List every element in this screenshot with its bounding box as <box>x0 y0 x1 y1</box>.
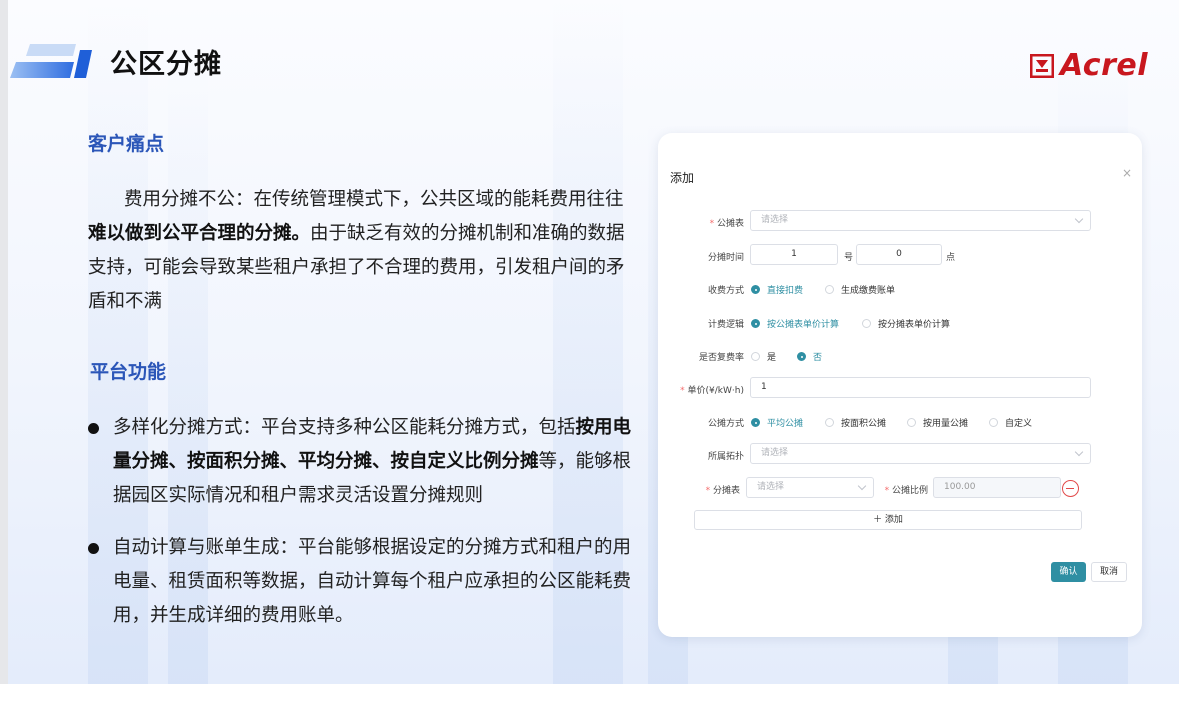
meter-label: * 公摊表 <box>678 216 744 229</box>
price-label: * 单价(¥/kW·h) <box>668 383 744 396</box>
pain-text-1: 费用分摊不公：在传统管理模式下，公共区域的能耗费用往往 <box>124 189 624 210</box>
remove-row-icon[interactable] <box>1062 480 1079 497</box>
radio-label: 自定义 <box>1005 419 1033 429</box>
radio-multi-rate-yes[interactable]: 是 <box>751 350 776 363</box>
price-label-text: 单价(¥/kW·h) <box>687 386 744 396</box>
share-meter-label: * 分摊表 <box>678 483 740 496</box>
radio-icon <box>751 352 760 361</box>
radio-icon <box>751 285 760 294</box>
feature-item: 多样化分摊方式：平台支持多种公区能耗分摊方式，包括按用电量分摊、按面积分摊、平均… <box>88 411 640 513</box>
radio-icon <box>825 285 834 294</box>
radio-method-usage[interactable]: 按用量公摊 <box>907 416 968 429</box>
radio-label: 按分摊表单价计算 <box>878 320 951 330</box>
logic-label: 计费逻辑 <box>707 320 744 330</box>
radio-by-public-meter[interactable]: 按公摊表单价计算 <box>751 317 839 330</box>
features-heading-text: 平台功能 <box>90 361 167 383</box>
feature-2-text: 自动计算与账单生成：平台能够根据设定的分摊方式和租户的用电量、租赁面积等数据，自… <box>113 537 632 626</box>
radio-label: 直接扣费 <box>767 286 804 296</box>
confirm-button[interactable]: 确认 <box>1051 562 1086 582</box>
radio-label: 按面积公摊 <box>841 419 887 429</box>
chevron-down-icon <box>857 481 867 491</box>
topo-select[interactable]: 请选择 <box>750 443 1091 464</box>
radio-generate-bill[interactable]: 生成缴费账单 <box>825 283 895 296</box>
required-mark: * <box>705 486 711 496</box>
radio-label: 平均公摊 <box>767 419 804 429</box>
ratio-input[interactable]: 100.00 <box>933 477 1061 498</box>
multi-rate-label: 是否复费率 <box>698 353 744 363</box>
chevron-down-icon <box>1074 447 1084 457</box>
radio-icon <box>862 319 871 328</box>
topo-label: 所属拓扑 <box>707 452 744 462</box>
required-mark: * <box>709 219 715 229</box>
radio-icon <box>825 418 834 427</box>
feature-item: 自动计算与账单生成：平台能够根据设定的分摊方式和租户的用电量、租赁面积等数据，自… <box>88 531 640 633</box>
page-title: 公区分摊 <box>110 49 222 80</box>
radio-icon <box>907 418 916 427</box>
topo-placeholder: 请选择 <box>761 448 789 458</box>
add-dialog: 添加 × * 公摊表 请选择 分摊时间 1 号 0 点 收费方式 直接扣费 生成… <box>658 133 1142 637</box>
share-meter-placeholder: 请选择 <box>757 482 785 492</box>
share-meter-label-text: 分摊表 <box>712 486 740 496</box>
pain-points-heading-text: 客户痛点 <box>88 133 165 155</box>
day-input[interactable]: 1 <box>750 244 838 265</box>
pain-points-paragraph: 费用分摊不公：在传统管理模式下，公共区域的能耗费用往往难以做到公平合理的分摊。由… <box>88 183 640 319</box>
features-heading: 平台功能 <box>86 357 171 387</box>
logo-text: Acrel <box>1060 48 1149 83</box>
required-mark: * <box>680 386 685 396</box>
feature-1-text: 多样化分摊方式：平台支持多种公区能耗分摊方式，包括 <box>113 417 576 438</box>
acrel-logo-icon <box>1030 53 1054 78</box>
price-input[interactable]: 1 <box>750 377 1091 398</box>
title-decoration-icon <box>10 44 92 78</box>
add-row-button[interactable]: ＋ 添加 <box>694 510 1082 530</box>
radio-method-average[interactable]: 平均公摊 <box>751 416 803 429</box>
day-unit: 号 <box>844 253 854 263</box>
method-label: 公摊方式 <box>707 419 744 429</box>
charge-label: 收费方式 <box>707 286 744 296</box>
bullet-dot-icon <box>88 543 99 554</box>
bullet-dot-icon <box>88 423 99 434</box>
acrel-logo: Acrel <box>1030 48 1148 83</box>
slide: 公区分摊 Acrel 客户痛点 费用分摊不公：在传统管理模式下，公共区域的能耗费… <box>0 0 1179 704</box>
cancel-button[interactable]: 取消 <box>1091 562 1127 582</box>
radio-multi-rate-no[interactable]: 否 <box>797 350 822 363</box>
radio-direct-charge[interactable]: 直接扣费 <box>751 283 803 296</box>
radio-icon <box>751 418 760 427</box>
radio-label: 否 <box>813 353 823 363</box>
radio-icon <box>989 418 998 427</box>
radio-method-area[interactable]: 按面积公摊 <box>825 416 886 429</box>
required-mark: * <box>884 486 890 496</box>
pain-points-heading: 客户痛点 <box>84 129 169 159</box>
radio-icon <box>751 319 760 328</box>
hour-input[interactable]: 0 <box>856 244 942 265</box>
share-meter-select[interactable]: 请选择 <box>746 477 874 498</box>
dialog-title: 添加 <box>670 171 695 185</box>
close-icon[interactable]: × <box>1122 166 1132 180</box>
radio-method-custom[interactable]: 自定义 <box>989 416 1032 429</box>
hour-unit: 点 <box>946 253 956 263</box>
radio-label: 按用量公摊 <box>923 419 969 429</box>
radio-label: 按公摊表单价计算 <box>767 320 840 330</box>
bottom-band <box>0 684 1179 704</box>
meter-placeholder: 请选择 <box>761 215 789 225</box>
left-edge-strip <box>0 0 8 704</box>
radio-icon <box>797 352 806 361</box>
radio-label: 是 <box>767 353 777 363</box>
ratio-label: * 公摊比例 <box>876 483 928 496</box>
time-label: 分摊时间 <box>707 253 744 263</box>
radio-by-share-meter[interactable]: 按分摊表单价计算 <box>862 317 950 330</box>
chevron-down-icon <box>1074 214 1084 224</box>
radio-label: 生成缴费账单 <box>841 286 896 296</box>
meter-select[interactable]: 请选择 <box>750 210 1091 231</box>
pain-text-bold: 难以做到公平合理的分摊。 <box>88 223 311 244</box>
meter-label-text: 公摊表 <box>716 219 744 229</box>
ratio-label-text: 公摊比例 <box>891 486 928 496</box>
